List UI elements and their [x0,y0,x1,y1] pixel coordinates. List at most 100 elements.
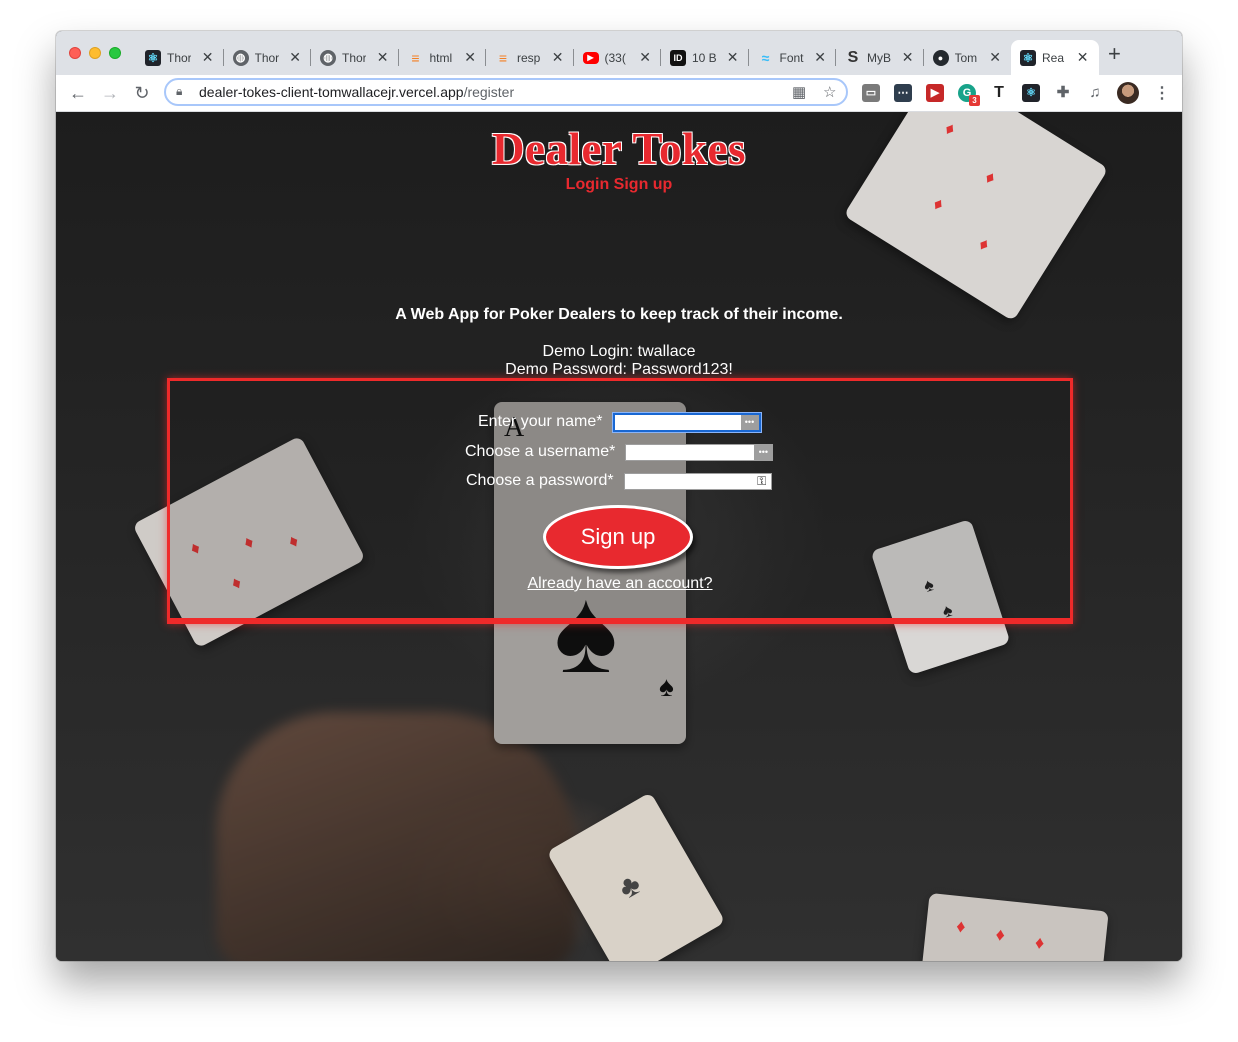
tab-title: Thor [254,50,279,65]
close-icon[interactable]: ✕ [1077,50,1089,64]
password-manager-key-icon[interactable]: ••• [740,414,759,430]
tab-strip: ⚛ Thor ✕ ◍ Thor ✕ ◍ Thor ✕ ≡ html ✕ ≡ re [56,31,1182,75]
grammarly-extension-icon[interactable]: G3 [958,84,980,106]
tab-7[interactable]: ID 10 B ✕ [661,40,749,75]
name-row: Enter your name* ••• [478,411,761,433]
url-host: dealer-tokes-client-tomwallacejr.vercel.… [199,84,464,100]
media-control-icon[interactable]: ♫ [1086,84,1104,102]
stackoverflow-icon: ≡ [411,49,420,66]
background-card: ♦ ♦ ♦ [919,892,1109,961]
demo-login: Demo Login: twallace [542,343,696,360]
signup-button[interactable]: Sign up [543,505,693,569]
password-row: Choose a password* ⚿ [466,470,772,492]
url-text[interactable]: dealer-tokes-client-tomwallacejr.vercel.… [199,84,514,100]
tab-4[interactable]: ≡ html ✕ [399,40,487,75]
tab-5[interactable]: ≡ resp ✕ [486,40,574,75]
site-nav: Login Sign up [56,176,1182,194]
back-arrow-icon[interactable]: ← [66,81,90,105]
nav-login-link[interactable]: Login [566,176,610,193]
tab-active[interactable]: ⚛ Rea ✕ [1011,40,1099,75]
tab-title: Thor [342,50,366,65]
tab-title: MyB [867,50,891,65]
club-icon: ♣ [613,867,647,906]
tabs: ⚛ Thor ✕ ◍ Thor ✕ ◍ Thor ✕ ≡ html ✕ ≡ re [136,40,1099,75]
already-have-account-link[interactable]: Already have an account? [527,575,712,592]
page-content: ♦ ♦ ♦ ♦ ♦ ♦ ♦ ♦ ♠ ♠ A ♠ ♠ ♣ ♦ ♦ ♦ Dealer… [56,112,1182,961]
globe-icon: ◍ [232,49,249,66]
youtube-icon: ▶ [582,51,599,64]
video-extension-icon[interactable]: ▶ [926,84,944,102]
s-icon: S [847,48,859,66]
close-icon[interactable]: ✕ [464,50,476,64]
tab-3[interactable]: ◍ Thor ✕ [311,40,399,75]
id-icon: ID [670,49,686,66]
diamond-icon: ♦ [929,193,948,215]
close-icon[interactable]: ✕ [289,50,301,64]
browser-toolbar: ← → ↻ 🔒︎ dealer-tokes-client-tomwallacej… [56,75,1182,112]
spade-icon: ♠ [659,672,674,703]
tailwind-icon: ≈ [761,49,770,66]
tab-1[interactable]: ⚛ Thor ✕ [136,40,224,75]
username-row: Choose a username* ••• [465,441,774,463]
lock-icon: 🔒︎ [176,84,183,98]
tagline: A Web App for Poker Dealers to keep trac… [395,306,843,323]
tab-title: Rea [1042,50,1065,65]
username-input[interactable]: ••• [625,443,774,461]
stackoverflow-icon: ≡ [498,49,508,66]
tab-8[interactable]: ≈ Font ✕ [749,40,837,75]
react-icon: ⚛ [1020,49,1036,66]
password-label: Choose a password* [466,472,614,489]
react-devtools-icon[interactable]: ⚛ [1022,84,1040,102]
qr-code-icon[interactable]: ▦ [792,83,806,101]
demo-password: Demo Password: Password123! [505,361,733,378]
browser-window: ⚛ Thor ✕ ◍ Thor ✕ ◍ Thor ✕ ≡ html ✕ ≡ re [56,31,1182,961]
close-icon[interactable]: ✕ [552,50,564,64]
close-icon[interactable]: ✕ [727,50,739,64]
tab-title: 10 B [692,50,716,65]
password-input[interactable]: ⚿ [623,472,772,490]
new-tab-icon[interactable]: + [1108,43,1121,65]
react-icon: ⚛ [145,49,161,66]
register-form: Enter your name* ••• Choose a username* … [167,378,1073,624]
close-icon[interactable]: ✕ [814,50,826,64]
name-input[interactable]: ••• [612,412,761,432]
star-icon[interactable]: ☆ [823,83,836,101]
close-icon[interactable]: ✕ [377,50,389,64]
puzzle-extensions-icon[interactable]: ✚ [1054,84,1072,102]
username-label: Choose a username* [465,443,616,460]
globe-icon: ◍ [320,49,336,66]
minimize-window-button[interactable] [89,47,101,59]
close-icon[interactable]: ✕ [989,50,1001,64]
reload-icon[interactable]: ↻ [130,81,154,105]
nav-signup-link[interactable]: Sign up [614,176,673,193]
demo-credentials: Demo Login: twallace Demo Password: Pass… [56,343,1182,379]
tab-title: resp [517,50,541,65]
tab-9[interactable]: S MyB ✕ [836,40,924,75]
name-label: Enter your name* [478,413,603,430]
tab-6[interactable]: ▶ (33( ✕ [574,40,662,75]
key-icon[interactable]: ⚿ [752,473,771,489]
address-bar[interactable]: 🔒︎ dealer-tokes-client-tomwallacejr.verc… [164,78,848,106]
css-extension-icon[interactable]: ▭ [862,84,880,102]
url-path: /register [463,84,515,100]
tab-title: Font [779,50,804,65]
text-extension-icon[interactable]: T [990,84,1008,102]
profile-avatar[interactable] [1117,82,1139,104]
close-icon[interactable]: ✕ [202,50,214,64]
diamond-icon: ♦ [974,233,994,256]
forward-arrow-icon[interactable]: → [98,81,122,105]
dots-extension-icon[interactable]: ⋯ [894,84,912,102]
diamond-icon: ♦ [955,915,967,937]
tab-title: (33( [604,50,626,65]
background-hand [216,712,576,961]
close-icon[interactable]: ✕ [639,50,651,64]
password-manager-key-icon[interactable]: ••• [754,444,773,460]
extension-badge: 3 [969,95,980,106]
site-header: Dealer Tokes Login Sign up [56,124,1182,194]
more-menu-icon[interactable]: ⋮ [1154,83,1170,103]
tab-10[interactable]: ● Tom ✕ [924,40,1012,75]
close-window-button[interactable] [69,47,81,59]
tab-2[interactable]: ◍ Thor ✕ [224,40,312,75]
zoom-window-button[interactable] [109,47,121,59]
close-icon[interactable]: ✕ [902,50,914,64]
